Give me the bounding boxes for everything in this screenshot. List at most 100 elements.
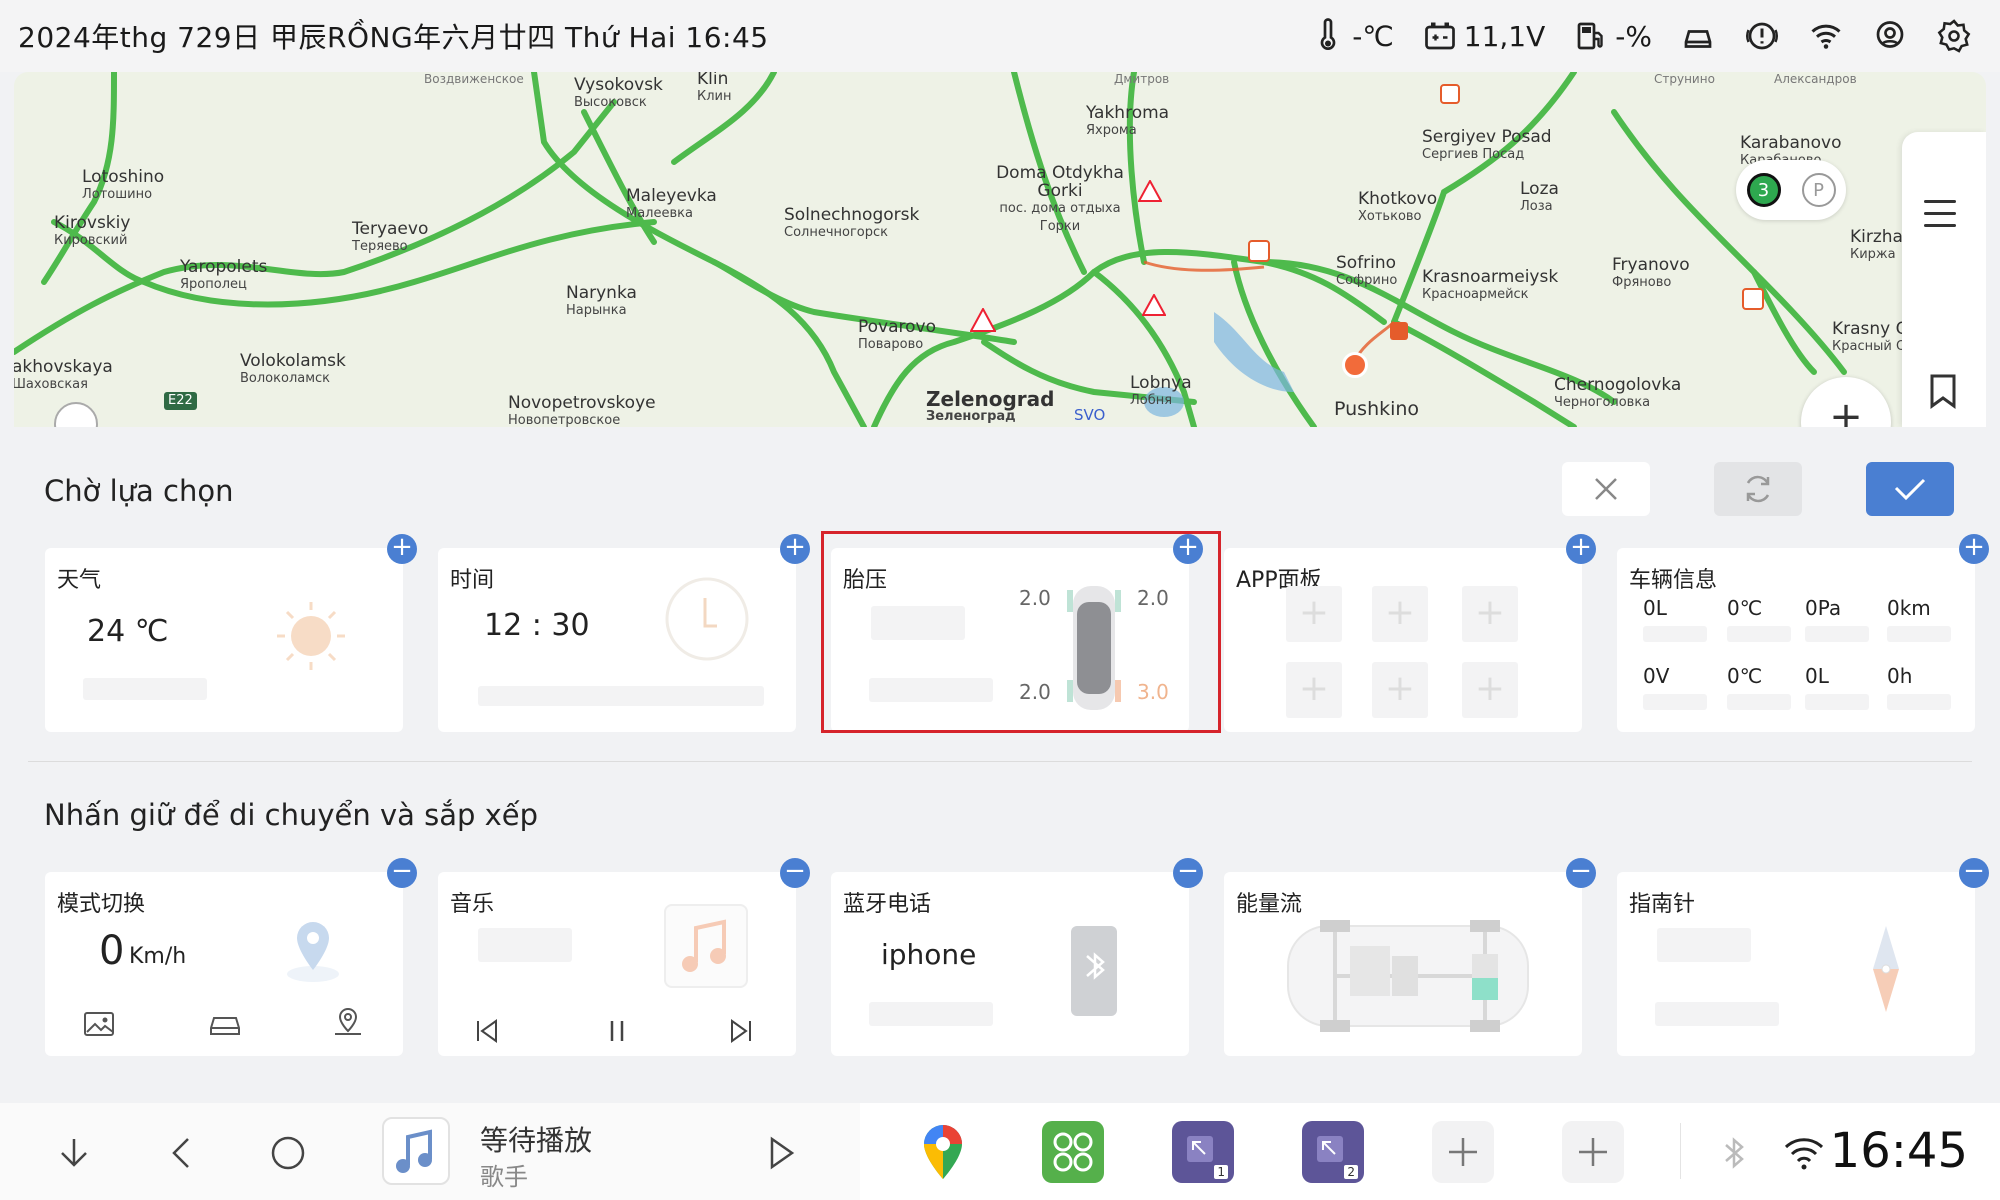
add-widget-button[interactable]: + xyxy=(1959,534,1989,564)
split-window-2-icon[interactable]: 2 xyxy=(1302,1121,1364,1183)
energy-flow-car-icon xyxy=(1287,920,1529,1032)
widget-energy-flow[interactable]: 能量流 − xyxy=(1224,858,1596,1056)
placeholder-bar xyxy=(478,686,764,706)
roadwork-icon[interactable] xyxy=(1141,292,1167,316)
maps-app-icon[interactable] xyxy=(912,1121,974,1183)
compass-needle-icon xyxy=(1873,926,1899,1012)
sun-icon xyxy=(277,602,345,670)
collapse-down-icon[interactable] xyxy=(44,1123,104,1183)
remove-widget-button[interactable]: − xyxy=(1959,858,1989,888)
widget-title: 能量流 xyxy=(1236,892,1303,917)
add-app-button[interactable] xyxy=(1432,1121,1494,1183)
widget-compass[interactable]: 指南针 − xyxy=(1617,858,1989,1056)
parking-icon[interactable]: P xyxy=(1801,173,1836,207)
map-label-doma-otdykha: Doma Otdykha Gorki пос. дома отдыха Горки xyxy=(996,163,1124,234)
navigation-mode-icon[interactable] xyxy=(331,1006,365,1038)
map-label-krasny: Krasny O Красный О xyxy=(1832,319,1910,354)
warning-icon[interactable] xyxy=(1744,18,1780,54)
image-icon[interactable] xyxy=(83,1010,115,1038)
reset-button[interactable] xyxy=(1714,462,1802,516)
split-window-1-icon[interactable]: 1 xyxy=(1172,1121,1234,1183)
vehicle-stat: 0h xyxy=(1887,664,1913,688)
bluetooth-icon[interactable] xyxy=(1704,1123,1764,1183)
map-label-shakhovskaya: akhovskaya Шаховская xyxy=(14,357,113,392)
app-slot-add[interactable]: + xyxy=(1372,586,1428,642)
app-grid-icon[interactable] xyxy=(1042,1121,1104,1183)
vehicle-stat: 0Pa xyxy=(1805,596,1842,620)
traffic-badge[interactable]: 3 P xyxy=(1736,160,1846,220)
app-slot-add[interactable]: + xyxy=(1286,586,1342,642)
widget-weather[interactable]: 天气 + 24 ℃ xyxy=(45,534,417,732)
confirm-button[interactable] xyxy=(1866,462,1954,516)
roadwork-icon[interactable] xyxy=(969,306,997,332)
play-icon[interactable] xyxy=(750,1123,810,1183)
fuel-indicator: -% xyxy=(1573,18,1652,54)
settings-icon[interactable] xyxy=(1936,18,1972,54)
now-playing-title: 等待播放 xyxy=(480,1124,593,1157)
pause-icon[interactable] xyxy=(604,1018,630,1044)
battery-indicator: 11,1V xyxy=(1422,18,1546,54)
add-widget-button[interactable]: + xyxy=(780,534,810,564)
remove-widget-button[interactable]: − xyxy=(1566,858,1596,888)
road-closed-icon[interactable] xyxy=(1342,352,1368,378)
accident-icon[interactable] xyxy=(1440,84,1460,104)
map-label-novopetrovskoye: Novopetrovskoye Новопетровское xyxy=(508,393,656,427)
remove-widget-button[interactable]: − xyxy=(387,858,417,888)
remove-widget-button[interactable]: − xyxy=(780,858,810,888)
widget-title: 蓝牙电话 xyxy=(843,892,932,917)
next-track-icon[interactable] xyxy=(728,1018,754,1044)
road-shield: E22 xyxy=(164,392,197,410)
map-label-top-edge: Воздвиженское xyxy=(424,72,524,86)
navigation-map[interactable]: Vysokovsk Высоковск Klin Клин Yakhroma Яхро… xyxy=(14,72,1986,427)
widget-music[interactable]: 音乐 − xyxy=(438,858,810,1056)
menu-icon[interactable] xyxy=(1924,200,1956,236)
pending-section-title: Chờ lựa chọn xyxy=(44,474,234,508)
roadwork-icon[interactable] xyxy=(1137,178,1163,202)
album-thumbnail[interactable] xyxy=(382,1117,450,1185)
vehicle-stat: 0L xyxy=(1643,596,1667,620)
album-art xyxy=(664,904,748,988)
map-label-vysokovsk: Vysokovsk Высоковск xyxy=(574,75,663,110)
add-widget-button[interactable]: + xyxy=(1566,534,1596,564)
add-app-button[interactable] xyxy=(1562,1121,1624,1183)
previous-track-icon[interactable] xyxy=(474,1018,500,1044)
arranged-section-title: Nhấn giữ để di chuyển và sắp xếp xyxy=(44,798,539,832)
home-icon[interactable] xyxy=(258,1123,318,1183)
app-slot-add[interactable]: + xyxy=(1286,662,1342,718)
selection-highlight xyxy=(821,531,1221,733)
map-label-maleyevka: Maleyevka Малеевка xyxy=(626,186,717,221)
app-slot-add[interactable]: + xyxy=(1462,586,1518,642)
now-playing-artist: 歌手 xyxy=(480,1163,528,1191)
parking-marker-icon[interactable] xyxy=(1390,322,1408,340)
bluetooth-phone-icon xyxy=(1071,926,1117,1016)
location-icon[interactable] xyxy=(1872,18,1908,54)
wifi-icon[interactable] xyxy=(1808,18,1844,54)
widget-bluetooth-phone[interactable]: 蓝牙电话 − iphone xyxy=(831,858,1203,1056)
battery-icon xyxy=(1424,22,1455,50)
map-label-yaropolets: Yaropolets Ярополец xyxy=(180,257,268,292)
widget-title: 车辆信息 xyxy=(1629,568,1718,593)
map-label-strunino: Струнино xyxy=(1654,72,1715,86)
widget-mode-switch[interactable]: 模式切换 − 0 Km/h xyxy=(45,858,417,1056)
car-mode-icon[interactable] xyxy=(207,1010,243,1038)
car-status-icon[interactable] xyxy=(1680,18,1716,54)
check-icon xyxy=(1894,478,1926,501)
accident-icon[interactable] xyxy=(1742,288,1764,310)
widget-app-panel[interactable]: APP面板 + + + + + + + xyxy=(1224,534,1596,732)
app-slot-add[interactable]: + xyxy=(1462,662,1518,718)
app-slot-add[interactable]: + xyxy=(1372,662,1428,718)
widget-title: 天气 xyxy=(57,568,102,593)
map-label-loza: Loza Лоза xyxy=(1520,179,1559,214)
widget-vehicle-info[interactable]: 车辆信息 + 0L 0℃ 0Pa 0km 0V 0℃ 0L 0h xyxy=(1617,534,1989,732)
cancel-button[interactable] xyxy=(1562,462,1650,516)
back-icon[interactable] xyxy=(152,1123,212,1183)
add-widget-button[interactable]: + xyxy=(387,534,417,564)
remove-widget-button[interactable]: − xyxy=(1173,858,1203,888)
accident-icon[interactable] xyxy=(1248,240,1270,262)
bookmark-icon[interactable] xyxy=(1926,372,1960,410)
traffic-level-badge: 3 xyxy=(1746,173,1781,207)
wifi-icon[interactable] xyxy=(1774,1123,1834,1183)
widget-time[interactable]: 时间 + 12 : 30 xyxy=(438,534,810,732)
voltage-value: 11,1V xyxy=(1463,19,1546,53)
placeholder-bar xyxy=(83,678,207,700)
